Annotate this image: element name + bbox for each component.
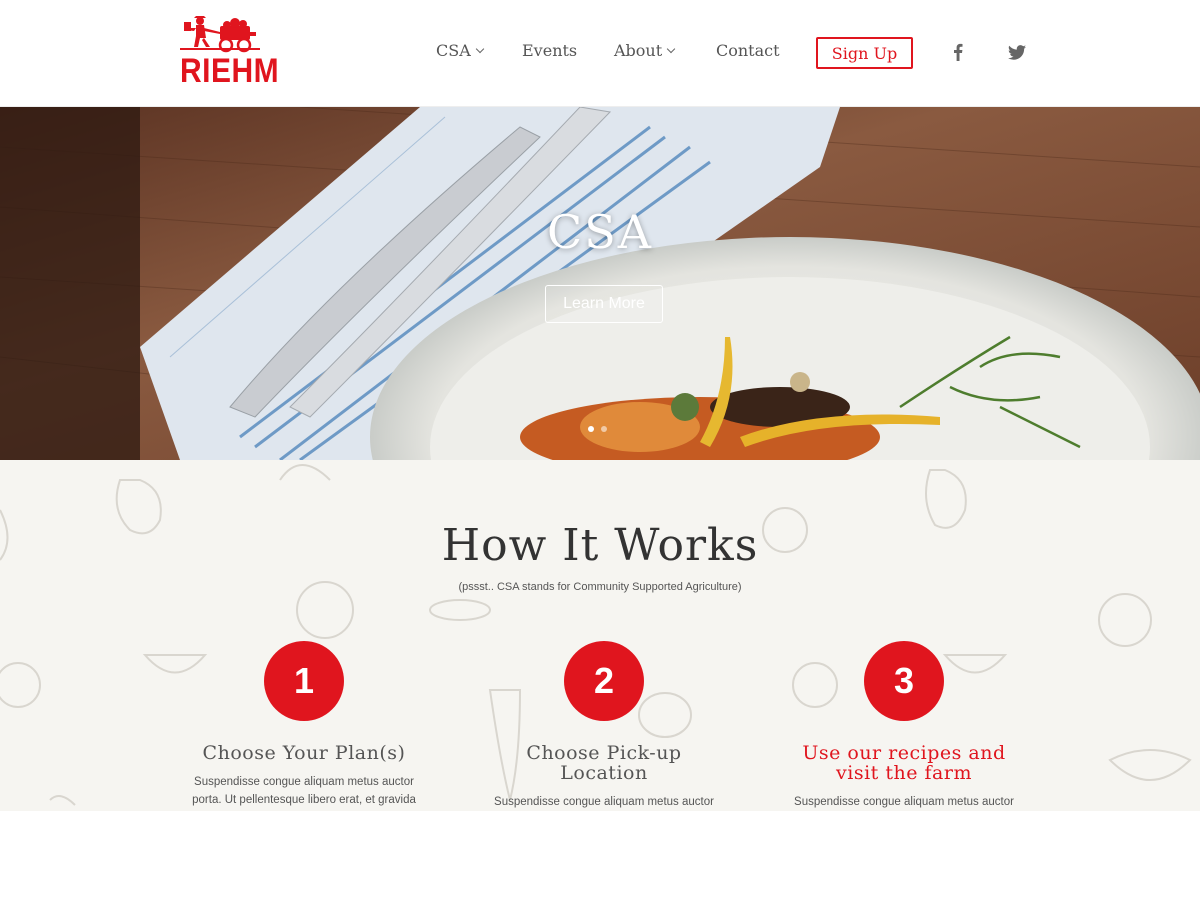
slider-dot[interactable] bbox=[601, 426, 607, 432]
main-nav: CSA Events About Contact Sign Up bbox=[0, 37, 1200, 69]
step-description: Suspendisse congue aliquam metus auctor bbox=[794, 796, 1014, 808]
sign-up-button[interactable]: Sign Up bbox=[816, 37, 913, 69]
chevron-down-icon bbox=[666, 44, 676, 53]
step-card: 3 Use our recipes and visit the farm Sus… bbox=[754, 641, 1054, 811]
step-number-badge: 3 bbox=[864, 641, 944, 721]
learn-more-button[interactable]: Learn More bbox=[545, 285, 663, 323]
page-bottom-blank bbox=[0, 811, 1200, 900]
facebook-icon[interactable] bbox=[947, 39, 969, 65]
how-it-works-section: How It Works (pssst.. CSA stands for Com… bbox=[0, 460, 1200, 811]
step-title: Choose Your Plan(s) bbox=[202, 742, 406, 764]
step-description: Suspendisse congue aliquam metus auctor … bbox=[192, 776, 416, 806]
slider-dot[interactable] bbox=[588, 426, 594, 432]
nav-item-label: CSA bbox=[436, 41, 471, 60]
hero-food-image bbox=[0, 107, 1200, 460]
nav-item-label: Contact bbox=[716, 41, 780, 60]
step-title: Choose Pick-up Location bbox=[526, 742, 682, 784]
step-card: 1 Choose Your Plan(s) Suspendisse congue… bbox=[154, 641, 454, 809]
twitter-icon[interactable] bbox=[1006, 39, 1028, 65]
nav-item-label: Events bbox=[522, 41, 578, 60]
section-title: How It Works bbox=[441, 520, 759, 571]
nav-item-contact[interactable]: Contact bbox=[716, 41, 780, 60]
hero-slider: CSA Learn More bbox=[0, 107, 1200, 460]
nav-item-events[interactable]: Events bbox=[522, 41, 577, 60]
step-card: 2 Choose Pick-up Location Suspendisse co… bbox=[454, 641, 754, 811]
section-subtitle: (pssst.. CSA stands for Community Suppor… bbox=[458, 581, 742, 593]
nav-item-csa[interactable]: CSA bbox=[436, 41, 485, 60]
site-header: RIEHM CSA Events About Contact Sign Up bbox=[0, 0, 1200, 107]
nav-item-label: About bbox=[614, 41, 663, 60]
hero-title: CSA bbox=[547, 205, 653, 259]
step-number-badge: 1 bbox=[264, 641, 344, 721]
slider-dots bbox=[588, 426, 607, 432]
nav-item-about[interactable]: About bbox=[614, 41, 676, 60]
chevron-down-icon bbox=[475, 44, 485, 53]
step-description: Suspendisse congue aliquam metus auctor bbox=[494, 796, 714, 808]
step-title: Use our recipes and visit the farm bbox=[802, 742, 1006, 784]
step-number-badge: 2 bbox=[564, 641, 644, 721]
